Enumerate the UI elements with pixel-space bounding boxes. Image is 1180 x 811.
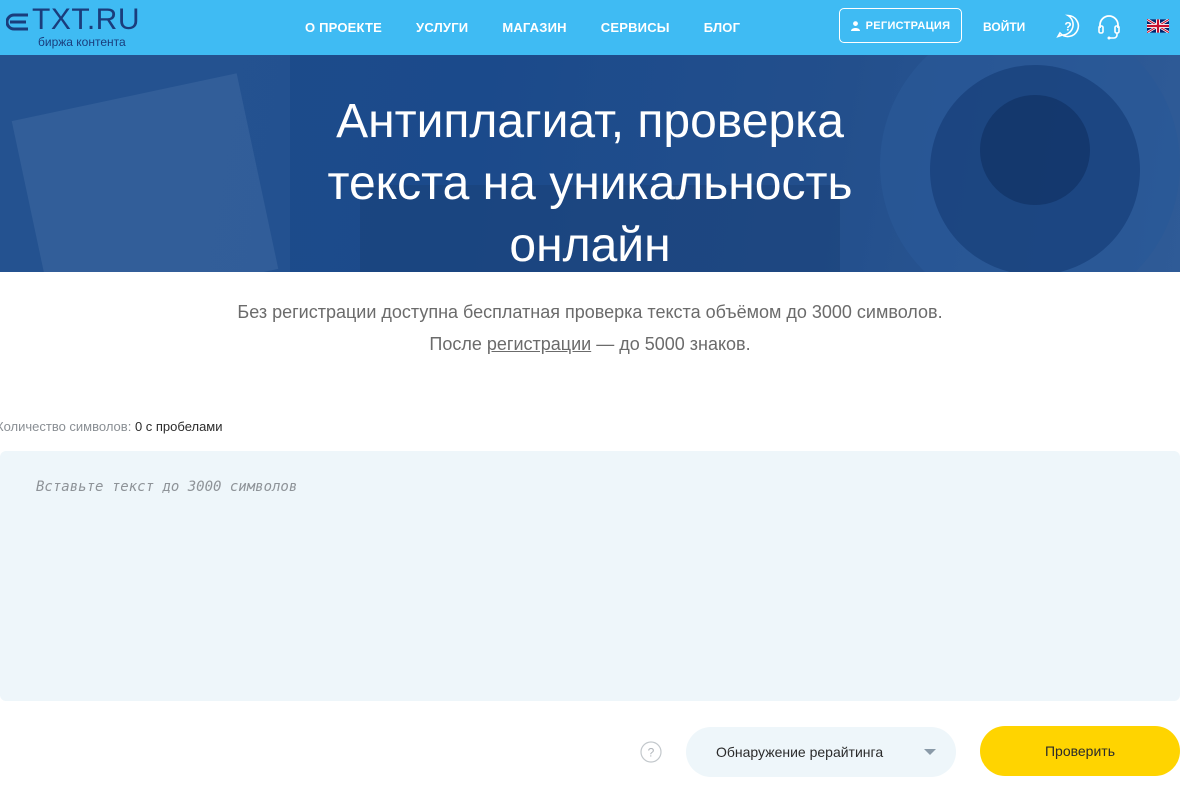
register-button[interactable]: РЕГИСТРАЦИЯ xyxy=(839,8,962,43)
nav-item-about[interactable]: О ПРОЕКТЕ xyxy=(305,20,382,35)
nav-item-tools[interactable]: СЕРВИСЫ xyxy=(601,20,670,35)
hero-background-coffee xyxy=(980,95,1090,205)
nav-item-blog[interactable]: БЛОГ xyxy=(704,20,740,35)
svg-text:?: ? xyxy=(648,746,655,760)
intro-line-2-before: После xyxy=(429,334,487,354)
logo-text: TXT.RU xyxy=(32,3,140,36)
nav-item-services[interactable]: УСЛУГИ xyxy=(416,20,468,35)
top-header: TXT.RU биржа контента О ПРОЕКТЕ УСЛУГИ М… xyxy=(0,0,1180,55)
svg-text:?: ? xyxy=(1064,20,1071,34)
check-mode-select[interactable]: Обнаружение рерайтинга xyxy=(686,727,956,777)
chevron-down-icon xyxy=(924,749,936,755)
nav-item-shop[interactable]: МАГАЗИН xyxy=(502,20,566,35)
check-button[interactable]: Проверить xyxy=(980,726,1180,776)
logo-mark-icon xyxy=(6,13,28,31)
check-mode-value: Обнаружение рерайтинга xyxy=(716,744,884,760)
register-label: РЕГИСТРАЦИЯ xyxy=(865,19,951,32)
main-nav: О ПРОЕКТЕ УСЛУГИ МАГАЗИН СЕРВИСЫ БЛОГ xyxy=(305,0,774,55)
char-counter-value: 0 с пробелами xyxy=(134,419,223,434)
char-counter-label: Количество символов: xyxy=(0,419,132,434)
hero-banner: Антиплагиат, проверка текста на уникальн… xyxy=(0,55,1180,272)
intro-text: Без регистрации доступна бесплатная пров… xyxy=(0,296,1180,360)
uk-flag-icon[interactable] xyxy=(1147,19,1169,33)
registration-link[interactable]: регистрации xyxy=(487,334,591,354)
help-icon[interactable]: ? xyxy=(1056,14,1080,38)
logo-subtitle: биржа контента xyxy=(38,35,126,49)
char-counter: Количество символов: 0 с пробелами xyxy=(0,419,223,435)
mode-help-icon[interactable]: ? xyxy=(640,741,662,763)
login-link[interactable]: ВОЙТИ xyxy=(983,20,1025,34)
intro-line-1: Без регистрации доступна бесплатная пров… xyxy=(237,302,943,322)
text-input[interactable] xyxy=(0,451,1180,701)
page-title: Антиплагиат, проверка текста на уникальн… xyxy=(327,95,853,272)
intro-line-2: После регистрации — до 5000 знаков. xyxy=(0,328,1180,360)
logo[interactable]: TXT.RU биржа контента xyxy=(6,3,176,49)
text-editor xyxy=(0,451,1180,701)
headset-icon[interactable] xyxy=(1097,14,1121,40)
user-icon xyxy=(850,20,860,31)
intro-line-2-after: — до 5000 знаков. xyxy=(591,334,751,354)
